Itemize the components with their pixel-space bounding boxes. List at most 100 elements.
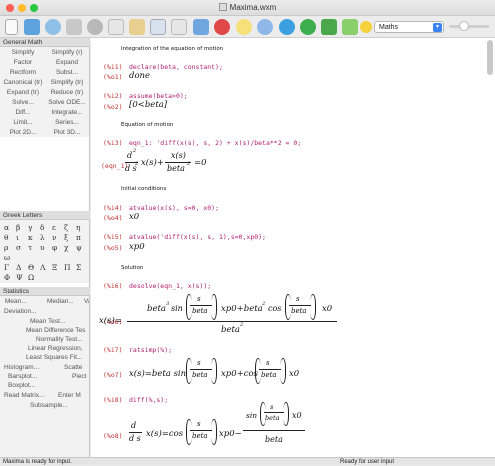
- general-math-button[interactable]: Reduce (tr): [46, 89, 88, 96]
- greek-letter-button[interactable]: λ: [40, 233, 45, 242]
- statistics-button[interactable]: Least Squares Fit...: [26, 354, 82, 361]
- greek-letter-button[interactable]: ζ: [64, 223, 68, 232]
- input-cell[interactable]: desolve(eqn_1, x(s));: [129, 282, 211, 290]
- help-icon[interactable]: [360, 21, 372, 33]
- document-worksheet[interactable]: Integration of the equation of motion (%…: [91, 38, 495, 457]
- statistics-button[interactable]: Median...: [47, 298, 74, 305]
- greek-letter-button[interactable]: Λ: [40, 263, 45, 272]
- statistics-button[interactable]: Histogram...: [4, 364, 39, 371]
- general-math-button[interactable]: Canonical (tr): [2, 79, 44, 86]
- greek-letter-button[interactable]: ρ: [4, 243, 8, 252]
- general-math-button[interactable]: Series...: [46, 119, 88, 126]
- new-document-icon[interactable]: [5, 19, 18, 35]
- general-math-button[interactable]: Expand (tr): [2, 89, 44, 96]
- general-math-button[interactable]: Simplify: [2, 49, 44, 56]
- statistics-button[interactable]: Enter M: [58, 392, 81, 399]
- greek-letter-button[interactable]: φ: [52, 243, 57, 252]
- paste-icon[interactable]: [150, 19, 166, 35]
- greek-letter-button[interactable]: χ: [64, 243, 69, 252]
- general-math-button[interactable]: Plot 3D...: [46, 129, 88, 136]
- general-math-button[interactable]: Subst...: [46, 69, 88, 76]
- general-math-button[interactable]: Integrate...: [46, 109, 88, 116]
- general-math-button[interactable]: Plot 2D...: [2, 129, 44, 136]
- greek-letter-button[interactable]: ν: [52, 233, 57, 242]
- general-math-button[interactable]: Simplify (r): [46, 49, 88, 56]
- text-cell[interactable]: Solution: [121, 265, 143, 271]
- text-cell[interactable]: Initial conditions: [121, 186, 166, 192]
- statistics-button[interactable]: Mean...: [5, 298, 27, 305]
- greek-letter-button[interactable]: γ: [28, 223, 32, 232]
- save-icon[interactable]: [45, 19, 61, 35]
- zoom-icon[interactable]: [342, 19, 358, 35]
- input-cell[interactable]: declare(beta, constant);: [129, 63, 223, 71]
- input-cell[interactable]: atvalue(x(s), s=0, x0);: [129, 204, 219, 212]
- copy-icon[interactable]: [129, 19, 145, 35]
- greek-letter-button[interactable]: δ: [40, 223, 45, 232]
- input-cell[interactable]: eqn_1: 'diff(x(s), s, 2) + x(s)/beta**2 …: [129, 139, 301, 147]
- input-cell[interactable]: diff(%,s);: [129, 396, 168, 404]
- statistics-button[interactable]: Mean Difference Tes: [26, 327, 85, 334]
- greek-letter-button[interactable]: σ: [16, 243, 21, 252]
- input-cell[interactable]: ratsimp(%);: [129, 346, 172, 354]
- greek-letter-button[interactable]: β: [16, 223, 20, 232]
- general-math-button[interactable]: Limit...: [2, 119, 44, 126]
- statistics-button[interactable]: Va: [84, 298, 89, 305]
- statistics-button[interactable]: Mean Test...: [30, 318, 65, 325]
- general-math-button[interactable]: Diff...: [2, 109, 44, 116]
- statistics-button[interactable]: Deviation...: [4, 308, 37, 315]
- general-math-button[interactable]: Factor: [2, 59, 44, 66]
- greek-letter-button[interactable]: ω: [4, 253, 10, 262]
- greek-letter-button[interactable]: Φ: [4, 273, 10, 282]
- statistics-button[interactable]: Normality Test...: [36, 336, 82, 343]
- greek-letter-button[interactable]: ψ: [76, 243, 82, 252]
- zoom-slider[interactable]: [449, 21, 489, 31]
- statistics-button[interactable]: Scatte: [64, 364, 82, 371]
- greek-letter-button[interactable]: θ: [4, 233, 9, 242]
- statistics-button[interactable]: Subsample...: [30, 402, 68, 409]
- greek-letter-button[interactable]: α: [4, 223, 9, 232]
- greek-letter-button[interactable]: Ω: [28, 273, 34, 282]
- greek-letter-button[interactable]: Γ: [4, 263, 9, 272]
- text-cell[interactable]: Equation of motion: [121, 122, 173, 128]
- greek-letter-button[interactable]: Δ: [16, 263, 21, 272]
- greek-letter-button[interactable]: η: [76, 223, 81, 232]
- stop-icon[interactable]: [214, 19, 230, 35]
- general-math-button[interactable]: Solve...: [2, 99, 44, 106]
- greek-letter-button[interactable]: π: [76, 233, 81, 242]
- general-math-button[interactable]: Expand: [46, 59, 88, 66]
- follow-icon[interactable]: [300, 19, 316, 35]
- text-cell[interactable]: Integration of the equation of motion: [121, 46, 223, 52]
- restart-icon[interactable]: [193, 19, 209, 35]
- slider-knob[interactable]: [459, 21, 469, 31]
- export-icon[interactable]: [321, 19, 337, 35]
- statistics-button[interactable]: Barsplot...: [8, 373, 37, 380]
- greek-letter-button[interactable]: Ψ: [16, 273, 23, 282]
- cut-icon[interactable]: [108, 19, 124, 35]
- general-math-button[interactable]: Simplify (tr): [46, 79, 88, 86]
- greek-letter-button[interactable]: τ: [28, 243, 32, 252]
- greek-letter-button[interactable]: υ: [40, 243, 45, 252]
- open-folder-icon[interactable]: [24, 19, 40, 35]
- statistics-button[interactable]: Linear Regression,: [28, 345, 83, 352]
- greek-letter-button[interactable]: ξ: [64, 233, 68, 242]
- greek-letter-button[interactable]: Ξ: [52, 263, 57, 272]
- find-icon[interactable]: [171, 19, 187, 35]
- greek-letter-button[interactable]: κ: [28, 233, 33, 242]
- scrollbar[interactable]: [487, 40, 493, 75]
- interrupt-icon[interactable]: [236, 19, 252, 35]
- math-select[interactable]: Maths ▾: [374, 21, 444, 33]
- back-icon[interactable]: [257, 19, 273, 35]
- greek-letter-button[interactable]: ε: [52, 223, 56, 232]
- greek-letter-button[interactable]: Π: [64, 263, 71, 272]
- input-cell[interactable]: atvalue('diff(x(s), s, 1),s=0,xp0);: [129, 233, 266, 241]
- statistics-button[interactable]: Read Matrix...: [4, 392, 44, 399]
- print-icon[interactable]: [66, 19, 82, 35]
- input-cell[interactable]: assume(beta>0);: [129, 92, 188, 100]
- general-math-button[interactable]: Solve ODE...: [46, 99, 88, 106]
- gear-icon[interactable]: [87, 19, 103, 35]
- greek-letter-button[interactable]: ι: [16, 233, 19, 242]
- statistics-button[interactable]: Piect: [72, 373, 86, 380]
- statistics-button[interactable]: Boxplot...: [8, 382, 35, 389]
- greek-letter-button[interactable]: Σ: [76, 263, 81, 272]
- general-math-button[interactable]: Rectform: [2, 69, 44, 76]
